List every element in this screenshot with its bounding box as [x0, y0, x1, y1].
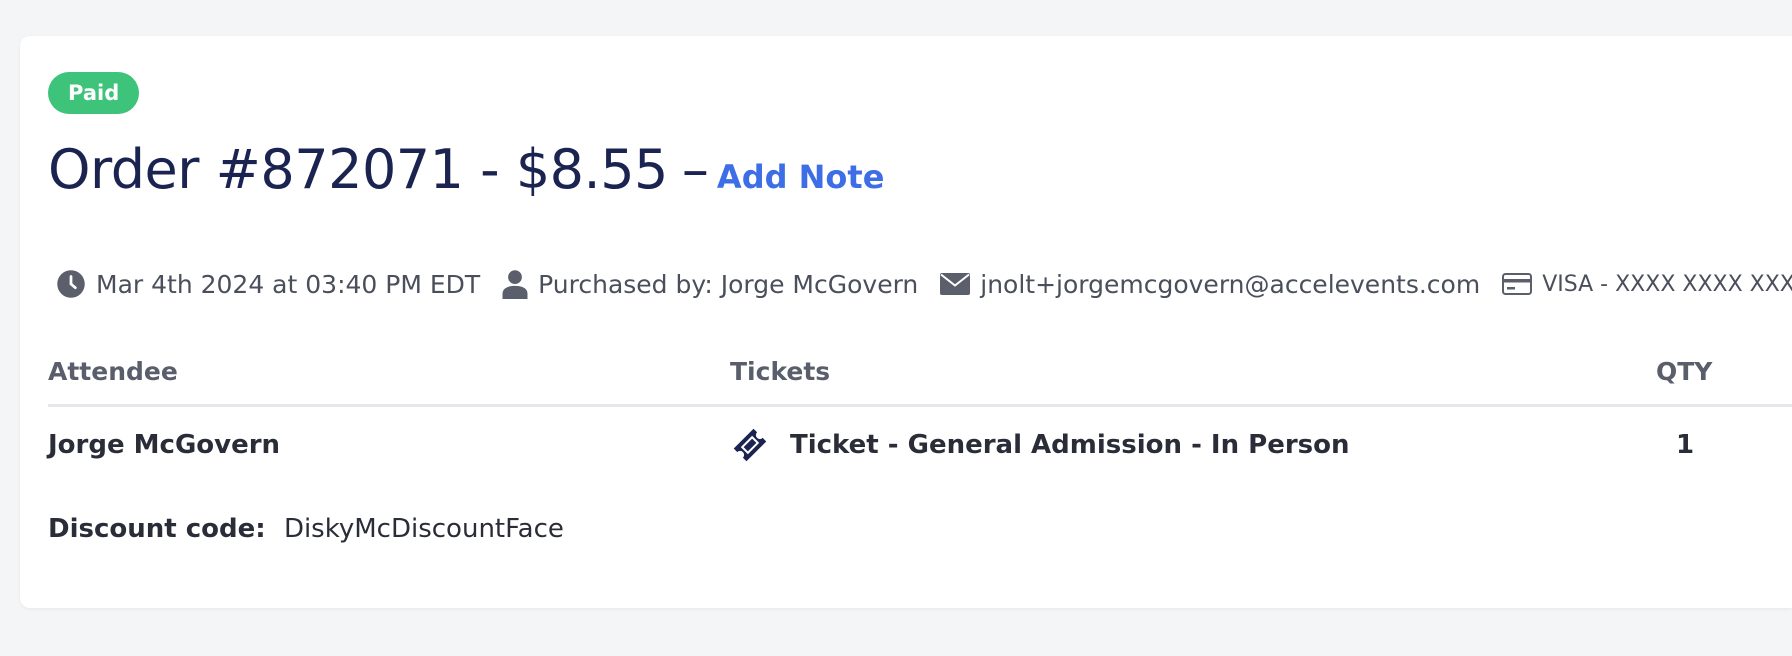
payment-card-text: VISA - XXXX XXXX XXXX 1111 — [1542, 271, 1792, 297]
ticket-cell: Ticket - General Admission - In Person — [730, 420, 1350, 470]
ticket-icon — [730, 425, 770, 465]
status-badge: Paid — [48, 72, 140, 114]
add-note-link[interactable]: Add Note — [717, 158, 884, 196]
order-email: jnolt+jorgemcgovern@accelevents.com — [940, 270, 1480, 299]
clock-icon — [56, 269, 86, 299]
order-purchaser: Purchased by: Jorge McGovern — [502, 269, 918, 299]
ticket-qty: 1 — [1676, 430, 1695, 460]
credit-card-icon — [1502, 273, 1533, 295]
table-row: Jorge McGovern Ticket - General Admissio… — [48, 420, 1792, 470]
ticket-name: Ticket - General Admission - In Person — [790, 430, 1350, 460]
tickets-table-header: Attendee Tickets QTY — [48, 354, 1792, 407]
discount-value: DiskyMcDiscountFace — [283, 514, 564, 544]
column-header-qty: QTY — [1656, 357, 1713, 386]
order-payment: VISA - XXXX XXXX XXXX 1111 — [1502, 272, 1792, 297]
purchaser-text: Purchased by: Jorge McGovern — [538, 269, 919, 299]
title-separator: – — [681, 138, 709, 201]
order-meta-row: Mar 4th 2024 at 03:40 PM EDT Purchased b… — [56, 264, 1792, 304]
order-title: Order #872071 - $8.55 — [48, 138, 668, 201]
discount-code: Discount code: DiskyMcDiscountFace — [48, 514, 564, 544]
column-header-attendee: Attendee — [48, 357, 178, 386]
envelope-icon — [940, 273, 971, 295]
attendee-cell: Jorge McGovern — [48, 420, 280, 470]
order-title-row: Order #872071 - $8.55 – Add Note — [48, 138, 884, 210]
user-icon — [502, 269, 528, 299]
attendee-name: Jorge McGovern — [48, 430, 281, 460]
discount-label: Discount code: — [48, 514, 266, 544]
column-header-tickets: Tickets — [730, 357, 831, 386]
order-datetime-text: Mar 4th 2024 at 03:40 PM EDT — [96, 269, 481, 299]
qty-cell: 1 — [1676, 420, 1694, 470]
email-text[interactable]: jnolt+jorgemcgovern@accelevents.com — [980, 270, 1480, 299]
order-datetime: Mar 4th 2024 at 03:40 PM EDT — [56, 269, 480, 299]
